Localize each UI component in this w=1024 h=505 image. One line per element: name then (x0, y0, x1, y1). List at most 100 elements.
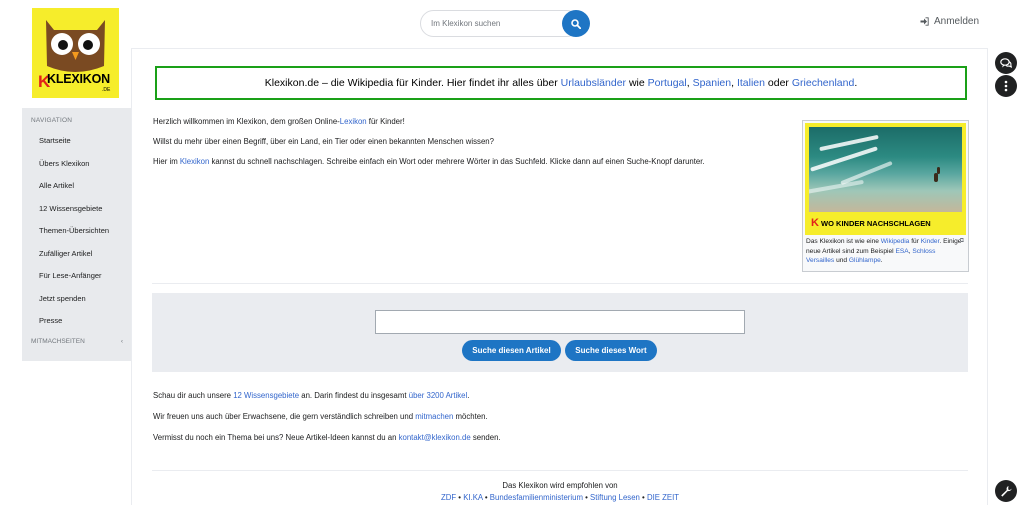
sidebar-item-themen-uebersichten[interactable]: Themen-Übersichten (22, 220, 131, 243)
footer-link-die-zeit[interactable]: DIE ZEIT (647, 493, 679, 502)
banner-text-1: Klexikon.de – die Wikipedia für Kinder. … (264, 77, 561, 89)
sidebar-item-uebers-klexikon[interactable]: Übers Klexikon (22, 153, 131, 176)
cap-b: für (909, 238, 921, 245)
bottom-paragraph-1: Schau dir auch unsere 12 Wissensgebiete … (153, 390, 853, 402)
intro-banner: Klexikon.de – die Wikipedia für Kinder. … (155, 66, 967, 100)
site-logo[interactable]: K KLEXIKON .DE (32, 8, 119, 98)
cap-link-kinder[interactable]: Kinder (921, 238, 940, 245)
sign-in-icon (920, 17, 929, 26)
link-lexikon[interactable]: Lexikon (340, 117, 367, 126)
page: K KLEXIKON .DE Im Klexikon suchen Anmeld… (0, 0, 1024, 505)
intro-p1-a: Herzlich willkommen im Klexikon, dem gro… (153, 117, 340, 126)
main-content: Klexikon.de – die Wikipedia für Kinder. … (131, 48, 988, 505)
speech-bubbles-icon (1000, 57, 1012, 68)
talk-button[interactable] (995, 52, 1017, 74)
slogan-text: WO KINDER NACHSCHLAGEN (821, 219, 931, 228)
sidebar-item-lese-anfaenger[interactable]: Für Lese-Anfänger (22, 265, 131, 288)
footer-sep: • (482, 493, 490, 502)
search-article-button[interactable]: Suche diesen Artikel (462, 340, 561, 361)
enlarge-icon[interactable]: ⧉ (960, 237, 964, 247)
banner-text-6: . (854, 77, 858, 89)
intro-p1-b: für Kinder! (366, 117, 405, 126)
search-icon (571, 18, 581, 29)
more-options-button[interactable] (995, 75, 1017, 97)
footer-link-stiftung-lesen[interactable]: Stiftung Lesen (590, 493, 640, 502)
thumbnail-slogan: K WO KINDER NACHSCHLAGEN (809, 216, 962, 231)
search-word-button[interactable]: Suche dieses Wort (565, 340, 657, 361)
article-search-input[interactable] (375, 310, 745, 334)
search-input[interactable]: Im Klexikon suchen (420, 10, 580, 37)
cap-link-gluehlampe[interactable]: Glühlampe (849, 257, 881, 264)
link-wissensgebiete[interactable]: 12 Wissensgebiete (233, 391, 299, 400)
divider (152, 283, 968, 284)
logo-domain: .DE (102, 87, 111, 93)
surf-photo (809, 127, 962, 212)
sidebar-item-presse[interactable]: Presse (22, 310, 131, 333)
b-p1-b: an. Darin findest du insgesamt (299, 391, 409, 400)
link-ueber-3200-artikel[interactable]: über 3200 Artikel (409, 391, 468, 400)
login-link[interactable]: Anmelden (920, 16, 979, 27)
footer-sep: • (582, 493, 591, 502)
sidebar-item-jetzt-spenden[interactable]: Jetzt spenden (22, 288, 131, 311)
cap-link-esa[interactable]: ESA (895, 248, 908, 255)
banner-link-spanien[interactable]: Spanien (693, 77, 732, 89)
cap-e: und (834, 257, 849, 264)
nav-heading-mitmachseiten[interactable]: MITMACHSEITEN ‹ (22, 333, 131, 351)
divider (152, 470, 968, 471)
slogan-k: K (811, 217, 819, 229)
link-mitmachen[interactable]: mitmachen (415, 412, 453, 421)
login-label: Anmelden (934, 16, 980, 27)
vertical-ellipsis-icon (1004, 80, 1008, 92)
wrench-icon (1001, 486, 1012, 497)
sidebar-item-wissensgebiete[interactable]: 12 Wissensgebiete (22, 198, 131, 221)
header-search: Im Klexikon suchen (420, 10, 590, 37)
banner-text-2: wie (626, 77, 648, 89)
nav-heading2-label: MITMACHSEITEN (31, 337, 85, 345)
bottom-paragraph-3: Vermisst du noch ein Thema bei uns? Neue… (153, 432, 853, 444)
b-p3-a: Vermisst du noch ein Thema bei uns? Neue… (153, 433, 399, 442)
sidebar-item-zufaelliger-artikel[interactable]: Zufälliger Artikel (22, 243, 131, 266)
bottom-paragraph-2: Wir freuen uns auch über Erwachsene, die… (153, 411, 853, 423)
b-p3-b: senden. (470, 433, 501, 442)
link-kontakt-email[interactable]: kontakt@klexikon.de (399, 433, 471, 442)
footer-link-zdf[interactable]: ZDF (441, 493, 456, 502)
b-p1-c: . (467, 391, 470, 400)
article-search-panel: Suche diesen Artikel Suche dieses Wort (152, 293, 968, 372)
b-p1-a: Schau dir auch unsere (153, 391, 234, 400)
nav-heading: NAVIGATION (31, 117, 73, 124)
recommendations-footer: Das Klexikon wird empfohlen von ZDF • KI… (152, 480, 968, 504)
footer-link-kika[interactable]: KI.KA (463, 493, 483, 502)
sidebar-item-alle-artikel[interactable]: Alle Artikel (22, 175, 131, 198)
link-klexikon[interactable]: Klexikon (180, 157, 209, 166)
banner-text-5: oder (765, 77, 792, 89)
cap-a: Das Klexikon ist wie eine (806, 238, 881, 245)
b-p2-b: möchten. (453, 412, 488, 421)
b-p2-a: Wir freuen uns auch über Erwachsene, die… (153, 412, 416, 421)
sidebar-item-startseite[interactable]: Startseite (22, 130, 131, 153)
footer-link-bundesfamilienministerium[interactable]: Bundesfamilienministerium (490, 493, 583, 502)
banner-link-griechenland[interactable]: Griechenland (792, 77, 854, 89)
tools-button[interactable] (995, 480, 1017, 502)
search-placeholder: Im Klexikon suchen (431, 19, 501, 28)
intro-paragraph-2: Willst du mehr über einen Begriff, über … (153, 137, 494, 146)
sidebar-navigation: NAVIGATION Startseite Übers Klexikon All… (22, 108, 131, 361)
thumbnail-caption: ⧉ Das Klexikon ist wie eine Wikipedia fü… (805, 235, 966, 266)
intro-p3-b: kannst du schnell nachschlagen. Schreibe… (209, 157, 705, 166)
thumbnail-figure: K WO KINDER NACHSCHLAGEN ⧉ Das Klexikon … (802, 120, 969, 272)
bottom-text: Schau dir auch unsere 12 Wissensgebiete … (153, 390, 853, 453)
intro-p3-a: Hier im (153, 157, 180, 166)
banner-link-portugal[interactable]: Portugal (648, 77, 687, 89)
cap-link-wikipedia[interactable]: Wikipedia (881, 238, 910, 245)
thumbnail-image[interactable]: K WO KINDER NACHSCHLAGEN (805, 123, 966, 235)
footer-sep: • (639, 493, 647, 502)
intro-paragraph-3: Hier im Klexikon kannst du schnell nachs… (153, 156, 773, 168)
footer-links: ZDF • KI.KA • Bundesfamilienministerium … (152, 492, 968, 504)
intro-text: Herzlich willkommen im Klexikon, dem gro… (153, 116, 773, 176)
banner-link-urlaubslaender[interactable]: Urlaubsländer (561, 77, 626, 89)
search-button[interactable] (562, 10, 590, 37)
intro-paragraph-1: Herzlich willkommen im Klexikon, dem gro… (153, 116, 773, 128)
logo-wordmark: KLEXIKON (47, 72, 110, 86)
chevron-left-icon: ‹ (120, 337, 123, 345)
banner-link-italien[interactable]: Italien (737, 77, 765, 89)
footer-line: Das Klexikon wird empfohlen von (502, 481, 618, 490)
